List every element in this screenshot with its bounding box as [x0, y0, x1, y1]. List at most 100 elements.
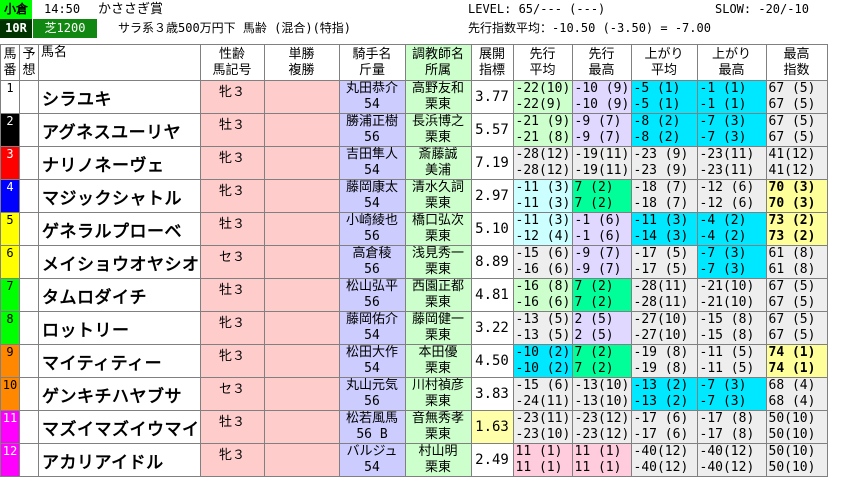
sa-cell: -23(11) -23(10) — [512, 410, 573, 444]
sex-age: セ３ — [199, 245, 265, 279]
odds-cell — [263, 410, 340, 444]
jockey-cell: 松田大作 54 — [338, 344, 406, 378]
am-cell: -4 (2) -4 (2) — [696, 212, 767, 246]
prediction-mark-cell[interactable] — [19, 80, 39, 114]
prediction-mark-cell[interactable] — [19, 113, 39, 147]
jockey-cell: 藤岡康太 54 — [338, 179, 406, 213]
col-agari-avg-header[interactable]: 上がり 平均 — [630, 44, 698, 81]
prediction-mark-cell[interactable] — [19, 344, 39, 378]
col-sex-header[interactable]: 性齢 馬記号 — [199, 44, 265, 81]
horse-name[interactable]: アグネスユーリヤ — [38, 113, 201, 147]
prediction-mark-cell[interactable] — [19, 311, 39, 345]
trainer-cell: 本田優 栗東 — [404, 344, 472, 378]
prediction-mark-cell[interactable] — [19, 146, 39, 180]
horse-name[interactable]: マイティティー — [38, 344, 201, 378]
am-cell: -15 (8) -15 (8) — [696, 311, 767, 345]
col-uma-header[interactable]: 馬番 — [0, 44, 20, 81]
mx-cell: 41(12) 41(12) — [765, 146, 828, 180]
table-row[interactable]: 1 シラユキ 牝３ 丸田恭介 54 高野友和 栗東 3.77 -22(10) -22(9) -10 … — [0, 80, 828, 114]
jockey-name: 丸山元気 — [345, 378, 398, 394]
sex-age: 牝３ — [199, 146, 265, 180]
trainer-region: 美浦 — [424, 163, 451, 178]
sex-age: セ３ — [199, 377, 265, 411]
jockey-cell: 吉田隼人 54 — [338, 146, 406, 180]
mx-cell: 70 (3) 70 (3) — [765, 179, 828, 213]
table-row[interactable]: 4 マジックシャトル 牝３ 藤岡康太 54 清水久詞 栗東 2.97 -11 (3) -11 (3… — [0, 179, 828, 213]
horse-number: 1 — [0, 80, 20, 114]
horse-name[interactable]: ゲンキチハヤブサ — [38, 377, 201, 411]
horse-number: 12 — [0, 443, 20, 477]
odds-cell — [263, 278, 340, 312]
odds-cell — [263, 212, 340, 246]
horse-name[interactable]: ロットリー — [38, 311, 201, 345]
race-analysis-window: 小倉 14:50 かささぎ賞 LEVEL: 65/--- (---) SLOW:… — [0, 0, 841, 478]
jockey-weight: 54 — [364, 328, 380, 343]
sex-age: 牝３ — [199, 179, 265, 213]
jockey-name: 松若風馬 — [345, 411, 398, 427]
table-row[interactable]: 10 ゲンキチハヤブサ セ３ 丸山元気 56 川村禎彦 栗東 3.83 -15 (6) -24(1… — [0, 377, 828, 411]
odds-cell — [263, 377, 340, 411]
prediction-mark-cell[interactable] — [19, 443, 39, 477]
col-tenkai-header[interactable]: 展開 指標 — [470, 44, 514, 81]
aa-cell: -17 (6) -17 (6) — [630, 410, 698, 444]
col-senko-avg-header[interactable]: 先行 平均 — [512, 44, 573, 81]
jockey-name: 丸田恭介 — [345, 81, 398, 97]
venue-label[interactable]: 小倉 — [0, 0, 32, 19]
jockey-weight: 56 — [364, 229, 380, 244]
table-row[interactable]: 12 アカリアイドル 牝３ バルジュ 54 村山明 栗東 2.49 11 (1) 11 (1) 11… — [0, 443, 828, 477]
col-max-idx-header[interactable]: 最高 指数 — [765, 44, 828, 81]
col-yoso-header[interactable]: 予想 — [19, 44, 39, 81]
horse-name[interactable]: マズイマズイウマイ — [38, 410, 201, 444]
prediction-mark-cell[interactable] — [19, 377, 39, 411]
table-row[interactable]: 7 タムロダイチ 牡３ 松山弘平 56 西園正都 栗東 4.81 -16 (8) -16 (6) 7… — [0, 278, 828, 312]
odds-cell — [263, 245, 340, 279]
horse-name[interactable]: マジックシャトル — [38, 179, 201, 213]
prediction-mark-cell[interactable] — [19, 212, 39, 246]
am-cell: -7 (3) -7 (3) — [696, 113, 767, 147]
header-line-2: 10R 芝1200 サラ系３歳500万円下 馬齢 (混合)(特指) 先行指数平均… — [0, 19, 841, 38]
sm-cell: -10 (9) -10 (9) — [571, 80, 632, 114]
trainer-name: 本田優 — [418, 345, 458, 361]
table-row[interactable]: 5 ゲネラルプローベ 牡３ 小崎綾也 56 橋口弘次 栗東 5.10 -11 (3) -12 (4… — [0, 212, 828, 246]
table-row[interactable]: 3 ナリノネーヴェ 牝３ 吉田隼人 54 斎藤誠 美浦 7.19 -28(12) -28(12) -… — [0, 146, 828, 180]
prediction-mark-cell[interactable] — [19, 410, 39, 444]
slow-readout: SLOW: -20/-10 — [715, 2, 809, 16]
horse-name[interactable]: メイショウオヤシオ — [38, 245, 201, 279]
col-senko-max-header[interactable]: 先行 最高 — [571, 44, 632, 81]
race-number[interactable]: 10R — [0, 19, 32, 38]
trainer-cell: 橋口弘次 栗東 — [404, 212, 472, 246]
trainer-name: 清水久詞 — [411, 180, 464, 196]
table-row[interactable]: 2 アグネスユーリヤ 牡３ 勝浦正樹 56 長浜博之 栗東 5.57 -21 (9) -21 (8… — [0, 113, 828, 147]
prediction-mark-cell[interactable] — [19, 179, 39, 213]
jockey-cell: 小崎綾也 56 — [338, 212, 406, 246]
odds-cell — [263, 179, 340, 213]
col-odds-header[interactable]: 単勝 複勝 — [263, 44, 340, 81]
horse-number: 5 — [0, 212, 20, 246]
sa-cell: -11 (3) -12 (4) — [512, 212, 573, 246]
sa-cell: -21 (9) -21 (8) — [512, 113, 573, 147]
trainer-region: 栗東 — [424, 427, 451, 442]
table-row[interactable]: 6 メイショウオヤシオ セ３ 高倉稜 56 浅見秀一 栗東 8.89 -15 (6) -16 (6… — [0, 245, 828, 279]
aa-cell: -17 (5) -17 (5) — [630, 245, 698, 279]
sa-cell: -10 (2) -10 (2) — [512, 344, 573, 378]
horse-name[interactable]: タムロダイチ — [38, 278, 201, 312]
jockey-weight: 54 — [364, 460, 380, 475]
prediction-mark-cell[interactable] — [19, 245, 39, 279]
prediction-mark-cell[interactable] — [19, 278, 39, 312]
col-jockey-header[interactable]: 騎手名 斤量 — [338, 44, 406, 81]
col-horse-header[interactable]: 馬名 — [38, 44, 201, 81]
horse-name[interactable]: ナリノネーヴェ — [38, 146, 201, 180]
horse-name[interactable]: シラユキ — [38, 80, 201, 114]
jockey-weight: 54 — [364, 196, 380, 211]
col-trainer-header[interactable]: 調教師名 所属 — [404, 44, 472, 81]
jockey-name: 藤岡康太 — [345, 180, 398, 196]
aa-cell: -11 (3) -14 (3) — [630, 212, 698, 246]
table-row[interactable]: 8 ロットリー 牝３ 藤岡佑介 54 藤岡健一 栗東 3.22 -13 (5) -13 (5) 2 … — [0, 311, 828, 345]
col-agari-max-header[interactable]: 上がり 最高 — [696, 44, 767, 81]
aa-cell: -13 (2) -13 (2) — [630, 377, 698, 411]
horse-name[interactable]: アカリアイドル — [38, 443, 201, 477]
table-row[interactable]: 9 マイティティー 牝３ 松田大作 54 本田優 栗東 4.50 -10 (2) -10 (2) 7… — [0, 344, 828, 378]
table-row[interactable]: 11 マズイマズイウマイ 牡３ 松若風馬 56 B 音無秀孝 栗東 1.63 -23(11) -2… — [0, 410, 828, 444]
trainer-name: 西園正都 — [411, 279, 464, 295]
horse-name[interactable]: ゲネラルプローベ — [38, 212, 201, 246]
